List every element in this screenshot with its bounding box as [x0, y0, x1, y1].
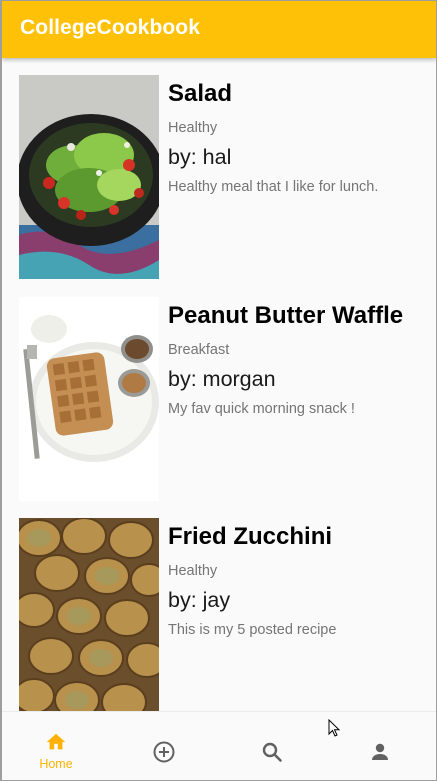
recipe-list[interactable]: Salad Healthy by: hal Healthy meal that … [2, 58, 436, 711]
recipe-card[interactable]: Fried Zucchini Healthy by: jay This is m… [2, 518, 436, 711]
app-title: CollegeCookbook [20, 16, 201, 39]
recipe-title: Fried Zucchini [168, 523, 333, 550]
recipe-image [19, 297, 159, 501]
recipe-info: Fried Zucchini Healthy by: jay This is m… [168, 518, 433, 639]
recipe-image [19, 518, 159, 711]
recipe-description: Healthy meal that I like for lunch. [168, 179, 379, 195]
recipe-description: My fav quick morning snack ! [168, 401, 355, 417]
recipe-description: This is my 5 posted recipe [168, 622, 337, 638]
nav-profile[interactable] [326, 712, 434, 780]
recipe-author: by: hal [168, 145, 232, 169]
add-circle-icon [153, 741, 175, 763]
search-icon [262, 742, 282, 762]
recipe-info: Peanut Butter Waffle Breakfast by: morga… [168, 297, 433, 418]
recipe-card[interactable]: Salad Healthy by: hal Healthy meal that … [2, 75, 436, 297]
recipe-author: by: jay [168, 588, 231, 612]
mouse-cursor-icon [328, 719, 341, 737]
recipe-card[interactable]: Peanut Butter Waffle Breakfast by: morga… [2, 297, 436, 519]
nav-home-label: Home [39, 757, 73, 771]
nav-home[interactable]: Home [2, 712, 110, 780]
bottom-navigation: Home [2, 711, 436, 780]
app-bar: CollegeCookbook [2, 1, 436, 58]
recipe-author: by: morgan [168, 367, 276, 391]
person-icon [372, 743, 388, 760]
recipe-title: Salad [168, 80, 233, 107]
recipe-category: Breakfast [168, 342, 230, 358]
recipe-info: Salad Healthy by: hal Healthy meal that … [168, 75, 433, 196]
recipe-title: Peanut Butter Waffle [168, 302, 404, 329]
recipe-category: Healthy [168, 120, 218, 136]
app-window: CollegeCookbook Salad Healthy by: hal He… [0, 0, 437, 781]
recipe-category: Healthy [168, 563, 218, 579]
home-icon [46, 733, 66, 750]
nav-add-recipe[interactable] [110, 712, 218, 780]
recipe-image [19, 75, 159, 279]
nav-search[interactable] [218, 712, 326, 780]
